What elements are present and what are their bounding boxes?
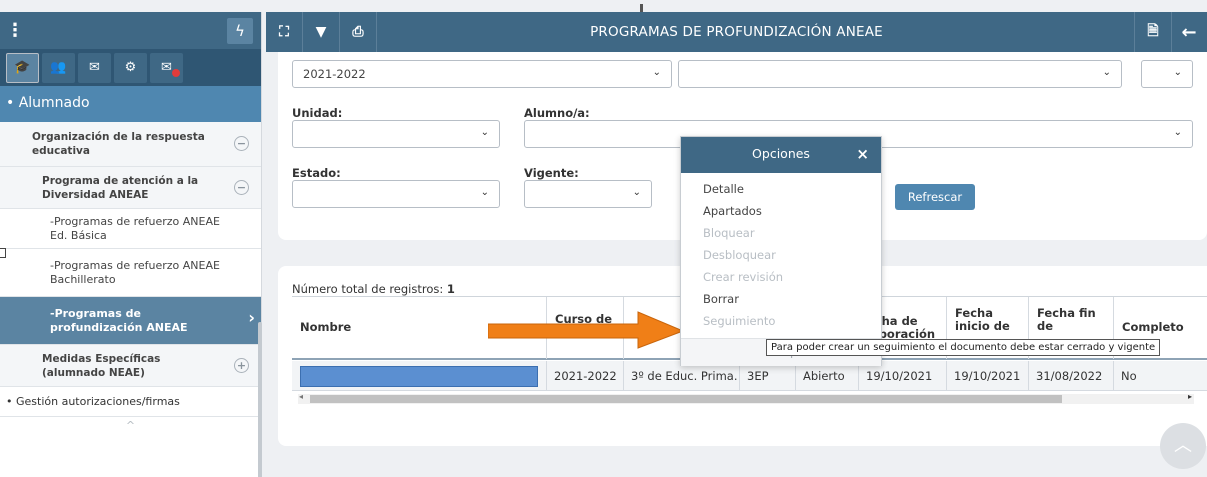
sidebar: ⋮ ϟ ▤ 👥 🎓 ✉ ⚙ ✉ • Alumnado Organización … (0, 12, 262, 477)
filter-icon[interactable]: ▼ (303, 12, 339, 52)
top-marker (640, 4, 643, 12)
option-apartados[interactable]: Apartados (681, 199, 881, 221)
sidebar-scrollbar[interactable] (258, 322, 262, 477)
record-count-value: 1 (446, 282, 455, 296)
sidebar-section-alumnado[interactable]: • Alumnado (0, 86, 261, 122)
sidebar-item-label: Programa de atención a la Diversidad ANE… (42, 174, 199, 201)
new-document-icon[interactable]: 🗎 (1135, 12, 1171, 52)
option-seguimiento: Seguimiento (703, 314, 776, 328)
certificate-icon[interactable]: ✉ (78, 52, 111, 83)
lightning-icon[interactable]: ϟ (227, 18, 253, 44)
cell-curso: 2021-2022 (546, 361, 623, 391)
top-bar: PROGRAMAS DE PROFUNDIZACIÓN ANEAE ⛶ ▼ ⎙ … (266, 12, 1207, 52)
scroll-right-icon[interactable]: ▸ (1188, 392, 1192, 401)
record-count: Número total de registros: 1 (292, 282, 455, 296)
option-desbloquear: Desbloquear (703, 248, 776, 262)
record-count-label: Número total de registros: (292, 282, 447, 296)
pdf-icon[interactable]: ⎙ (340, 12, 376, 52)
gears-icon[interactable]: ⚙ (114, 52, 147, 83)
sidebar-item-label: -Programas de refuerzo ANEAE Ed. Básica (50, 214, 220, 242)
sidebar-item-profundizacion[interactable]: -Programas de profundización ANEAE › (0, 297, 261, 345)
sidebar-item-medidas-especificas[interactable]: Medidas Específicas (alumnado NEAE) + (0, 345, 261, 387)
chevron-down-icon: ⌄ (632, 187, 641, 198)
collapse-icon[interactable]: − (234, 136, 249, 151)
scroll-left-icon[interactable]: ◂ (299, 392, 303, 401)
unidad-select[interactable]: ⌄ (292, 120, 500, 148)
notification-badge (172, 68, 180, 77)
annotation-arrow (488, 311, 685, 349)
center-select[interactable]: ⌄ (678, 60, 1122, 88)
sidebar-item-gestion-autorizaciones[interactable]: • Gestión autorizaciones/firmas (0, 387, 261, 417)
year-select[interactable]: 2021-2022 ⌄ (292, 60, 672, 88)
option-borrar[interactable]: Borrar (681, 287, 881, 309)
sidebar-item-label: -Programas de profundización ANEAE (50, 306, 188, 334)
page-title: PROGRAMAS DE PROFUNDIZACIÓN ANEAE (590, 24, 883, 40)
sidebar-item-programa-atencion[interactable]: Programa de atención a la Diversidad ANE… (0, 167, 261, 209)
options-dialog-header: Opciones × (681, 137, 881, 173)
chevron-down-icon: ⌄ (1102, 67, 1111, 78)
vigente-label: Vigente: (524, 166, 579, 180)
chevron-down-icon: ⌄ (1173, 127, 1182, 138)
chevron-down-icon: ⌄ (652, 67, 661, 78)
divider (376, 12, 377, 52)
chevron-down-icon: ⌄ (1173, 67, 1182, 78)
tooltip: Para poder crear un seguimiento el docum… (766, 339, 1161, 356)
sidebar-item-label: -Programas de refuerzo ANEAE Bachillerat… (50, 258, 220, 286)
option-detalle[interactable]: Detalle (681, 177, 881, 199)
chevron-right-icon: › (248, 307, 255, 327)
back-arrow-icon[interactable]: ← (1171, 12, 1207, 52)
sidebar-item-organizacion[interactable]: Organización de la respuesta educativa − (0, 122, 261, 167)
option-bloquear: Bloquear (703, 226, 755, 240)
scrollbar-thumb[interactable] (310, 395, 1062, 403)
chevron-up-icon[interactable]: ^ (0, 417, 261, 432)
horizontal-scrollbar[interactable]: ◂ ▸ (298, 392, 1194, 404)
mail-icon[interactable]: ✉ (150, 52, 183, 83)
scroll-to-top-button[interactable]: ︿ (1160, 423, 1206, 469)
collapse-icon[interactable]: − (234, 179, 249, 195)
sidebar-icon-bar: ▤ 👥 🎓 ✉ ⚙ ✉ (0, 49, 261, 86)
edge-marker (0, 248, 6, 258)
option-crear-revision: Crear revisión (703, 270, 784, 284)
options-dialog-title: Opciones (752, 146, 810, 161)
sidebar-item-refuerzo-basica[interactable]: -Programas de refuerzo ANEAE Ed. Básica (0, 209, 261, 249)
alumno-label: Alumno/a: (524, 106, 590, 120)
options-dialog: Opciones × Detalle Apartados Bloquear De… (680, 136, 882, 366)
users-icon[interactable]: 👥 (42, 52, 75, 83)
refresh-button[interactable]: Refrescar (895, 184, 975, 210)
options-list: Detalle Apartados Bloquear Desbloquear C… (681, 173, 881, 331)
cell-fecha-inicio: 19/10/2021 (946, 361, 1028, 391)
kebab-menu-icon[interactable]: ⋮ (6, 20, 24, 41)
name-selection-highlight[interactable] (300, 366, 538, 387)
sidebar-item-label: • Gestión autorizaciones/firmas (6, 394, 180, 408)
graduation-cap-icon[interactable]: 🎓 (6, 52, 39, 83)
cell-nombre[interactable] (292, 361, 546, 391)
expand-icon[interactable]: + (234, 357, 249, 373)
estado-label: Estado: (292, 166, 341, 180)
sidebar-item-label: Medidas Específicas (alumnado NEAE) (42, 352, 161, 379)
estado-select[interactable]: ⌄ (292, 180, 500, 208)
unidad-label: Unidad: (292, 106, 343, 120)
cell-completo: No (1113, 361, 1207, 391)
sidebar-header: ⋮ ϟ (0, 12, 261, 49)
year-select-value: 2021-2022 (303, 67, 366, 81)
app-root: ⋮ ϟ ▤ 👥 🎓 ✉ ⚙ ✉ • Alumnado Organización … (0, 0, 1207, 477)
chevron-down-icon: ⌄ (480, 187, 489, 198)
sidebar-item-label: Organización de la respuesta educativa (32, 131, 205, 157)
cell-fecha-fin: 31/08/2022 (1028, 361, 1113, 391)
chevron-down-icon: ⌄ (480, 127, 489, 138)
sidebar-item-refuerzo-bachillerato[interactable]: -Programas de refuerzo ANEAE Bachillerat… (0, 249, 261, 297)
expand-icon[interactable]: ⛶ (266, 12, 302, 52)
close-icon[interactable]: × (856, 137, 869, 171)
vigente-select[interactable]: ⌄ (524, 180, 652, 208)
extra-select[interactable]: ⌄ (1141, 60, 1193, 88)
